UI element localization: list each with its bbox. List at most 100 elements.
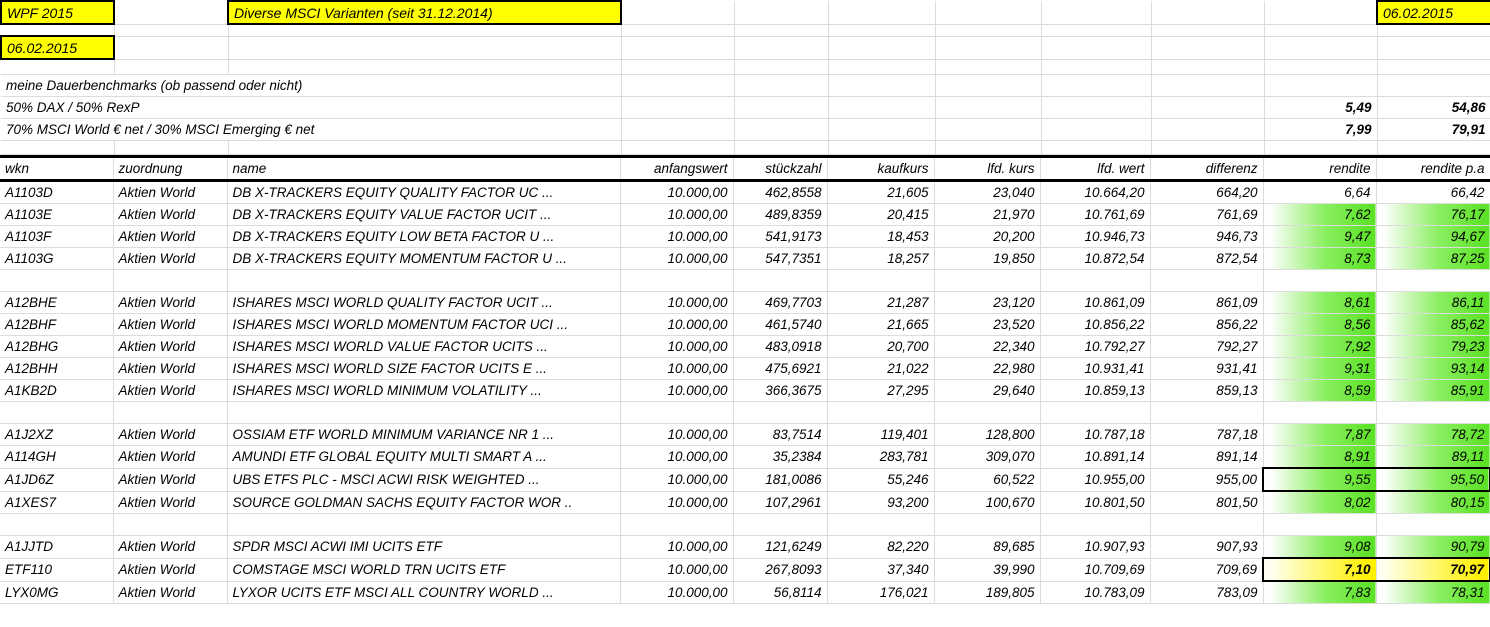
cell-anfangswert[interactable]: 10.000,00	[620, 225, 734, 248]
empty-cell[interactable]	[1040, 401, 1151, 424]
cell-anfangswert[interactable]: 10.000,00	[620, 335, 734, 358]
cell-name[interactable]: ISHARES MSCI WORLD MINIMUM VOLATILITY ..…	[227, 379, 621, 402]
cell-anfangswert[interactable]: 10.000,00	[620, 247, 734, 270]
cell-zuordnung[interactable]: Aktien World	[113, 291, 228, 314]
cell-zuordnung[interactable]: Aktien World	[113, 445, 228, 469]
cell-wkn[interactable]: A1103G	[0, 247, 114, 270]
cell-rendite[interactable]: 8,59	[1263, 379, 1377, 402]
cell-stueckzahl[interactable]: 462,8558	[733, 180, 828, 204]
cell-name[interactable]: AMUNDI ETF GLOBAL EQUITY MULTI SMART A .…	[227, 445, 621, 469]
empty-cell[interactable]	[0, 401, 114, 424]
cell-kaufkurs[interactable]: 21,665	[827, 313, 935, 336]
empty-cell[interactable]	[828, 24, 936, 37]
col-header-stueckzahl[interactable]: stückzahl	[733, 155, 828, 182]
cell-rendite[interactable]: 7,92	[1263, 335, 1377, 358]
empty-cell[interactable]	[114, 59, 229, 75]
cell-name[interactable]: DB X-TRACKERS EQUITY MOMENTUM FACTOR U .…	[227, 247, 621, 270]
cell-stueckzahl[interactable]: 461,5740	[733, 313, 828, 336]
cell-anfangswert[interactable]: 10.000,00	[620, 291, 734, 314]
cell-stueckzahl[interactable]: 469,7703	[733, 291, 828, 314]
cell-wkn[interactable]: A1103F	[0, 225, 114, 248]
cell-lfd-kurs[interactable]: 23,040	[934, 180, 1041, 204]
cell-differenz[interactable]: 955,00	[1150, 468, 1264, 492]
cell-wkn[interactable]: A12BHH	[0, 357, 114, 380]
empty-cell[interactable]	[733, 401, 828, 424]
empty-cell[interactable]	[114, 36, 229, 60]
cell-name[interactable]: UBS ETFS PLC - MSCI ACWI RISK WEIGHTED .…	[227, 468, 621, 492]
cell-name[interactable]: SPDR MSCI ACWI IMI UCITS ETF	[227, 535, 621, 559]
empty-cell[interactable]	[1041, 96, 1152, 119]
cell-kaufkurs[interactable]: 18,257	[827, 247, 935, 270]
empty-cell[interactable]	[621, 96, 735, 119]
empty-cell[interactable]	[228, 140, 622, 155]
cell-wkn[interactable]: A1J2XZ	[0, 423, 114, 446]
cell-anfangswert[interactable]: 10.000,00	[620, 558, 734, 582]
empty-cell[interactable]	[1150, 513, 1264, 536]
empty-cell[interactable]	[828, 96, 936, 119]
cell-kaufkurs[interactable]: 283,781	[827, 445, 935, 469]
benchmark-rendite-pa[interactable]: 79,91	[1377, 118, 1490, 141]
cell-name[interactable]: ISHARES MSCI WORLD QUALITY FACTOR UCIT .…	[227, 291, 621, 314]
cell-anfangswert[interactable]: 10.000,00	[620, 379, 734, 402]
cell-rendite[interactable]: 9,31	[1263, 357, 1377, 380]
empty-cell[interactable]	[734, 1, 829, 25]
cell-lfd-wert[interactable]: 10.872,54	[1040, 247, 1151, 270]
cell-anfangswert[interactable]: 10.000,00	[620, 535, 734, 559]
empty-cell[interactable]	[935, 96, 1042, 119]
cell-lfd-wert[interactable]: 10.859,13	[1040, 379, 1151, 402]
col-header-rendite-pa[interactable]: rendite p.a	[1376, 155, 1490, 182]
cell-lfd-wert[interactable]: 10.761,69	[1040, 203, 1151, 226]
cell-name[interactable]: ISHARES MSCI WORLD VALUE FACTOR UCITS ..…	[227, 335, 621, 358]
cell-differenz[interactable]: 787,18	[1150, 423, 1264, 446]
empty-cell[interactable]	[734, 96, 829, 119]
cell-rendite[interactable]: 9,47	[1263, 225, 1377, 248]
cell-kaufkurs[interactable]: 18,453	[827, 225, 935, 248]
cell-lfd-kurs[interactable]: 20,200	[934, 225, 1041, 248]
cell-anfangswert[interactable]: 10.000,00	[620, 581, 734, 604]
empty-cell[interactable]	[114, 1, 229, 25]
cell-differenz[interactable]: 907,93	[1150, 535, 1264, 559]
cell-name[interactable]: DB X-TRACKERS EQUITY QUALITY FACTOR UC .…	[227, 180, 621, 204]
cell-lfd-kurs[interactable]: 189,805	[934, 581, 1041, 604]
cell-anfangswert[interactable]: 10.000,00	[620, 445, 734, 469]
cell-differenz[interactable]: 946,73	[1150, 225, 1264, 248]
cell-anfangswert[interactable]: 10.000,00	[620, 180, 734, 204]
empty-cell[interactable]	[621, 140, 735, 155]
cell-differenz[interactable]: 891,14	[1150, 445, 1264, 469]
benchmark-label[interactable]: 70% MSCI World € net / 30% MSCI Emerging…	[1, 118, 622, 141]
empty-cell[interactable]	[621, 74, 735, 97]
cell-zuordnung[interactable]: Aktien World	[113, 335, 228, 358]
empty-cell[interactable]	[935, 36, 1042, 60]
cell-rendite-pa[interactable]: 70,97	[1376, 557, 1490, 582]
empty-cell[interactable]	[1264, 24, 1378, 37]
cell-zuordnung[interactable]: Aktien World	[113, 225, 228, 248]
cell-wkn[interactable]: A12BHE	[0, 291, 114, 314]
cell-differenz[interactable]: 664,20	[1150, 180, 1264, 204]
cell-name[interactable]: ISHARES MSCI WORLD SIZE FACTOR UCITS E .…	[227, 357, 621, 380]
cell-rendite[interactable]: 8,56	[1263, 313, 1377, 336]
empty-cell[interactable]	[228, 59, 622, 75]
empty-cell[interactable]	[828, 140, 936, 155]
empty-cell[interactable]	[227, 513, 621, 536]
cell-rendite-pa[interactable]: 80,15	[1376, 491, 1490, 514]
empty-cell[interactable]	[935, 59, 1042, 75]
empty-cell[interactable]	[228, 36, 622, 60]
empty-cell[interactable]	[1041, 118, 1152, 141]
cell-kaufkurs[interactable]: 55,246	[827, 468, 935, 492]
cell-name[interactable]: LYXOR UCITS ETF MSCI ALL COUNTRY WORLD .…	[227, 581, 621, 604]
empty-cell[interactable]	[934, 513, 1041, 536]
cell-rendite-pa[interactable]: 66,42	[1376, 180, 1490, 204]
cell-stueckzahl[interactable]: 83,7514	[733, 423, 828, 446]
cell-differenz[interactable]: 761,69	[1150, 203, 1264, 226]
cell-kaufkurs[interactable]: 82,220	[827, 535, 935, 559]
cell-lfd-wert[interactable]: 10.891,14	[1040, 445, 1151, 469]
empty-cell[interactable]	[620, 513, 734, 536]
col-header-lfd-kurs[interactable]: lfd. kurs	[934, 155, 1041, 182]
empty-cell[interactable]	[734, 59, 829, 75]
empty-cell[interactable]	[734, 36, 829, 60]
empty-cell[interactable]	[935, 140, 1042, 155]
empty-cell[interactable]	[1151, 96, 1265, 119]
cell-kaufkurs[interactable]: 20,700	[827, 335, 935, 358]
empty-cell[interactable]	[733, 269, 828, 292]
empty-cell[interactable]	[1377, 59, 1490, 75]
